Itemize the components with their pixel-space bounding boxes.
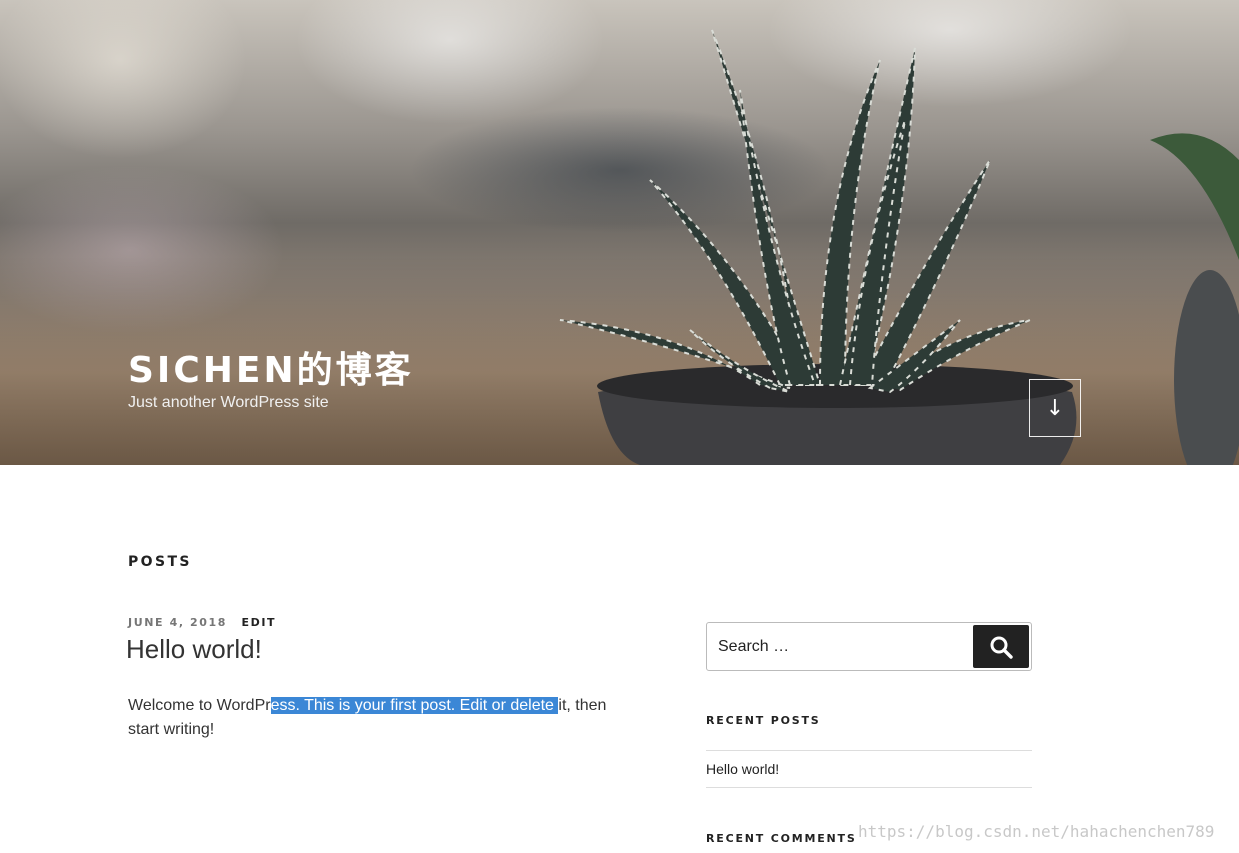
recent-post-link[interactable]: Hello world! <box>706 761 779 777</box>
site-description: Just another WordPress site <box>128 394 329 411</box>
selected-text: ess. This is your first post. Edit or de… <box>270 697 559 714</box>
post-date-link[interactable]: JUNE 4, 2018 <box>128 616 227 629</box>
site-title-link[interactable]: SICHEN的博客 <box>128 346 414 396</box>
search-icon <box>990 636 1013 659</box>
recent-comments-title: RECENT COMMENTS <box>706 832 857 845</box>
recent-posts-title: RECENT POSTS <box>706 714 821 727</box>
site-header: SICHEN的博客 Just another WordPress site ↓ <box>0 0 1239 465</box>
post-meta: JUNE 4, 2018 EDIT <box>128 616 276 629</box>
recent-posts-list: Hello world! <box>706 750 1032 788</box>
search-form <box>706 622 1032 671</box>
scroll-down-button[interactable]: ↓ <box>1029 379 1081 437</box>
post-content: Welcome to WordPress. This is your first… <box>128 694 638 742</box>
search-input[interactable] <box>707 623 973 670</box>
arrow-down-icon: ↓ <box>1045 395 1065 421</box>
post-title-link[interactable]: Hello world! <box>126 634 262 665</box>
edit-post-link[interactable]: EDIT <box>242 616 277 629</box>
search-button[interactable] <box>973 625 1029 668</box>
watermark: https://blog.csdn.net/hahachenchen789 <box>858 822 1215 841</box>
post-content-text: Welcome to WordPr <box>128 697 271 714</box>
site-branding: SICHEN的博客 Just another WordPress site <box>128 346 414 412</box>
page-title: POSTS <box>128 554 192 570</box>
